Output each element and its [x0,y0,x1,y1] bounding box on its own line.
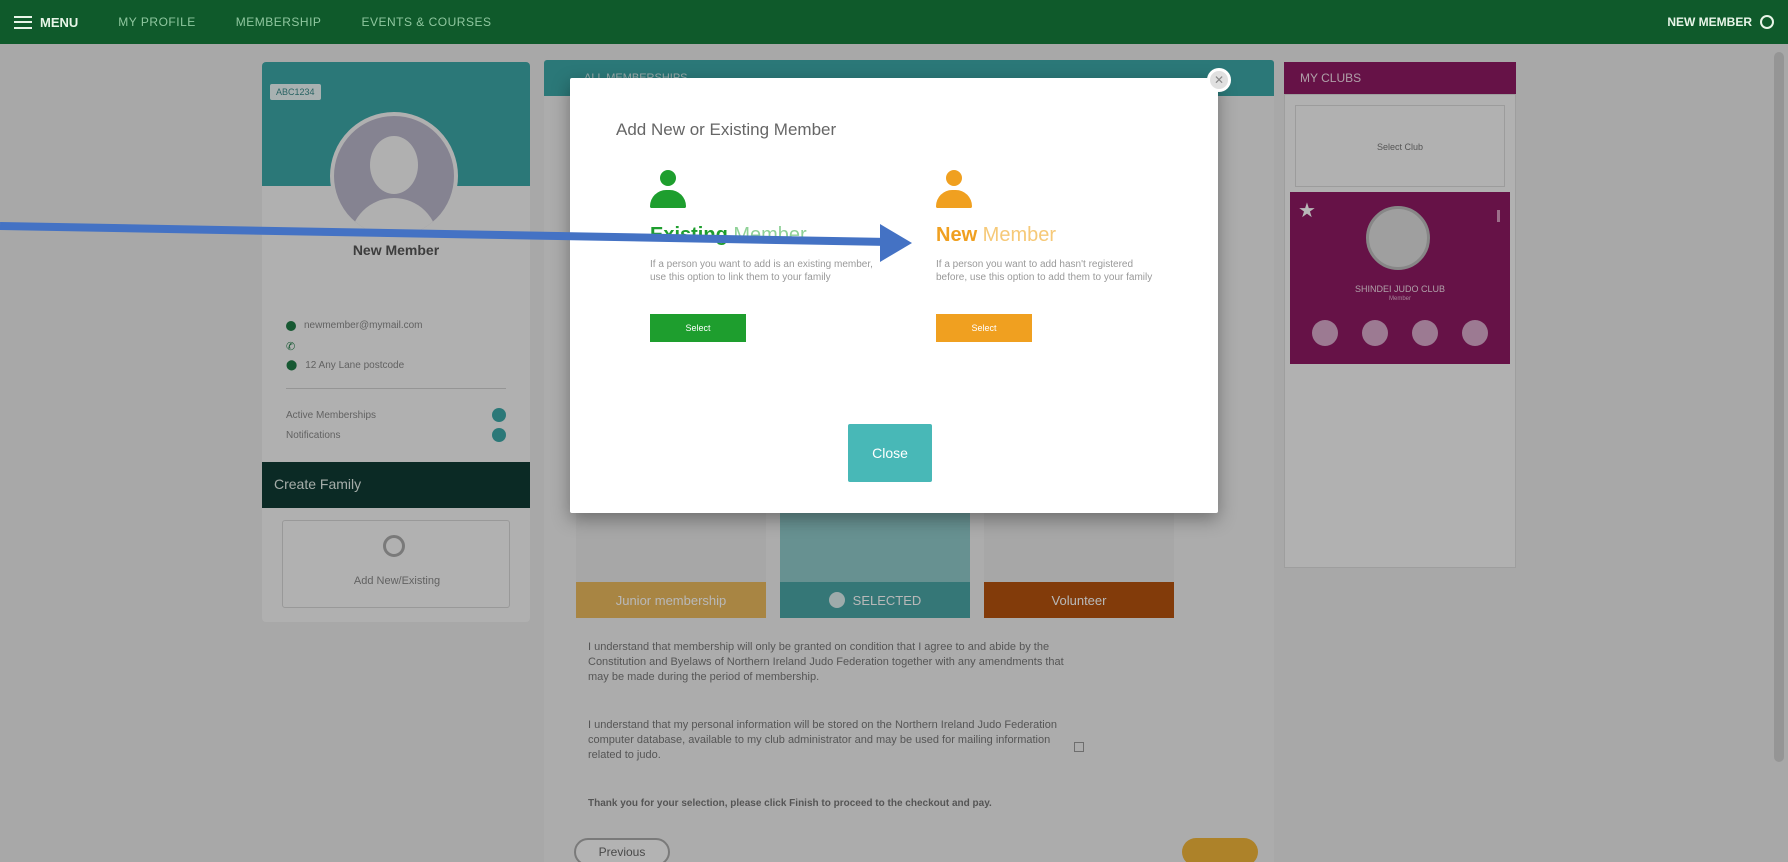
new-member-select-button[interactable]: Select [936,314,1032,342]
existing-title-rest: Member [727,224,807,246]
menu-label: MENU [40,14,79,30]
user-label: NEW MEMBER [1667,15,1752,29]
person-icon [650,170,686,208]
new-member-title: New Member [936,224,1056,247]
new-title-rest: Member [977,224,1057,246]
new-member-description: If a person you want to add hasn't regis… [936,259,1153,283]
gear-icon [1760,15,1774,29]
user-menu[interactable]: NEW MEMBER [1667,15,1774,29]
existing-title-bold: Existing [650,224,728,246]
new-title-bold: New [936,224,978,246]
nav-item-events-courses[interactable]: EVENTS & COURSES [361,15,491,29]
existing-member-description: If a person you want to add is an existi… [650,259,873,283]
menu-icon [14,15,32,29]
add-member-modal: Add New or Existing Member Existing Memb… [570,78,1218,513]
close-icon[interactable]: ✕ [1207,68,1231,92]
close-button[interactable]: Close [848,424,932,482]
existing-member-select-button[interactable]: Select [650,314,746,342]
modal-title: Add New or Existing Member [616,120,837,139]
person-icon [936,170,972,208]
nav-item-membership[interactable]: MEMBERSHIP [236,15,322,29]
menu-button[interactable]: MENU [14,15,78,30]
nav-item-my-profile[interactable]: MY PROFILE [118,15,195,29]
top-navigation-bar: MENU MY PROFILE MEMBERSHIP EVENTS & COUR… [0,0,1788,44]
existing-member-title: Existing Member [650,224,807,247]
